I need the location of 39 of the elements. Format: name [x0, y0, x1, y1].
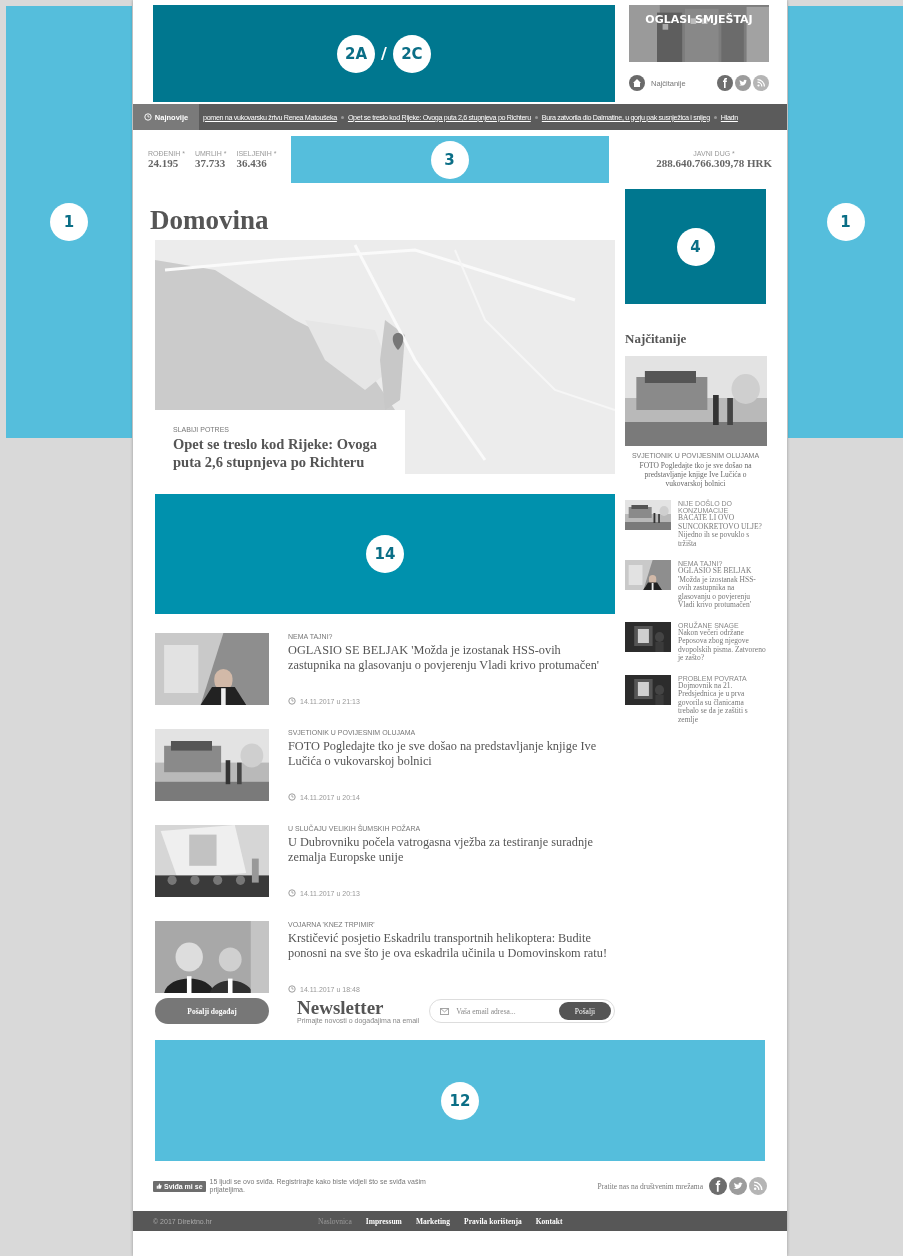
separator-slash: /: [381, 44, 387, 63]
newsletter-title: Newsletter: [297, 998, 385, 1017]
thumbs-up-icon: [156, 1183, 162, 1189]
clock-icon: [288, 985, 296, 993]
separator-dot: [713, 115, 717, 119]
clock-icon: [143, 113, 152, 121]
separator-dot: [534, 115, 538, 119]
stat-value: 24.195: [148, 157, 180, 169]
placement-marker: 14: [366, 535, 404, 573]
promo-title[interactable]: OGLASI SMJEŠTAJ: [629, 13, 769, 26]
placement-marker: 1: [826, 203, 865, 241]
envelope-icon: [440, 1007, 450, 1015]
section-title: Domovina: [150, 204, 270, 237]
separator-dot: [340, 115, 344, 119]
placement-marker: 2C: [392, 34, 431, 73]
bird-icon[interactable]: [729, 1177, 747, 1195]
facebook-icon[interactable]: [717, 75, 733, 91]
placement-marker: 4: [676, 227, 715, 266]
bird-icon[interactable]: [735, 75, 751, 91]
sidebar-heading: Najčitanije: [625, 331, 688, 347]
clock-icon: [288, 889, 296, 897]
stat-value: 36.436: [236, 157, 268, 169]
clock-icon: [288, 793, 296, 801]
placement-marker: 2A: [337, 34, 376, 73]
stat-value: 288.640.766.309,78 HRK: [656, 157, 772, 169]
article-title[interactable]: U Dubrovniku počela vatrogasna vježba za testiranje suradnje zemalja Europske unije: [288, 835, 615, 865]
placement-marker: 12: [441, 1081, 479, 1120]
article-title[interactable]: FOTO Pogledajte tko je sve došao na predstavljanje knjige Ive Lučića o vukovarskoj bolnici: [288, 739, 615, 769]
home-icon[interactable]: [629, 75, 645, 91]
clock-icon: [288, 697, 296, 705]
placement-marker: 3: [430, 140, 469, 179]
rss-icon[interactable]: [749, 1177, 767, 1195]
article-title[interactable]: OGLASIO SE BELJAK 'Možda je izostanak HSS-ovih zastupnika na glasovanju o povjerenju Vladi krivo protumačen': [288, 643, 615, 673]
article-title[interactable]: Krstičević posjetio Eskadrilu transportnih helikoptera: Budite ponosni na sve što je ova eskadrila učinila u Domovinskom ratu!: [288, 931, 615, 961]
facebook-icon[interactable]: [709, 1177, 727, 1195]
rss-icon[interactable]: [753, 75, 769, 91]
article-title[interactable]: Opet se treslo kod Rijeke: Ovoga puta 2,6 stupnjeva po Richteru: [173, 435, 405, 471]
placement-marker: 1: [50, 203, 88, 241]
stat-value: 37.733: [194, 157, 227, 169]
